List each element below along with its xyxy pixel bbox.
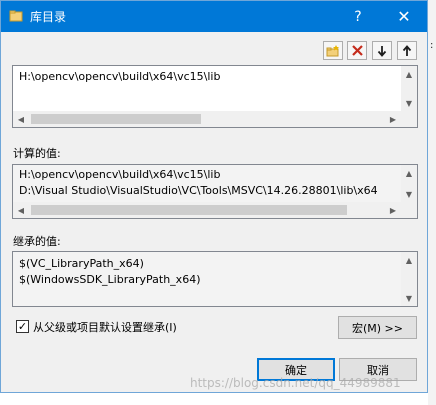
help-button[interactable]: ? (335, 1, 381, 32)
scroll-up-arrow-icon[interactable]: ▲ (401, 66, 417, 82)
watermark: https://blog.csdn.net/qq_44989881 (190, 376, 401, 390)
folder-icon (9, 10, 23, 22)
title-bar: 库目录 ? ✕ (1, 1, 427, 32)
vertical-scrollbar[interactable]: ▲ ▼ (401, 252, 417, 306)
scroll-thumb[interactable] (31, 205, 347, 215)
scroll-left-arrow-icon[interactable]: ◀ (13, 111, 29, 127)
scroll-down-arrow-icon[interactable]: ▼ (401, 186, 417, 202)
move-down-button[interactable] (372, 41, 392, 60)
new-line-icon (326, 44, 339, 56)
scroll-down-arrow-icon[interactable]: ▼ (401, 290, 417, 306)
scroll-up-arrow-icon[interactable]: ▲ (401, 165, 417, 181)
scroll-left-arrow-icon[interactable]: ◀ (13, 202, 29, 218)
computed-line: D:\Visual Studio\VisualStudio\VC\Tools\M… (19, 184, 378, 197)
directory-line[interactable]: H:\opencv\opencv\build\x64\vc15\lib (19, 70, 220, 83)
vertical-scrollbar[interactable]: ▲ ▼ (401, 165, 417, 202)
scroll-corner (401, 111, 417, 127)
scroll-up-arrow-icon[interactable]: ▲ (401, 252, 417, 268)
new-line-button[interactable] (323, 41, 343, 60)
inherited-values-list: $(VC_LibraryPath_x64) $(WindowsSDK_Libra… (12, 251, 418, 307)
horizontal-scrollbar[interactable]: ◀ ▶ (13, 111, 401, 127)
computed-line: H:\opencv\opencv\build\x64\vc15\lib (19, 168, 221, 181)
scroll-right-arrow-icon[interactable]: ▶ (385, 202, 401, 218)
scroll-corner (401, 202, 417, 218)
window-title: 库目录 (30, 10, 67, 24)
macro-button[interactable]: 宏(M) >> (338, 316, 417, 339)
inherit-checkbox[interactable]: ✓ (16, 320, 29, 333)
scroll-right-arrow-icon[interactable]: ▶ (385, 111, 401, 127)
scroll-thumb[interactable] (31, 114, 201, 124)
move-up-button[interactable] (397, 41, 417, 60)
directory-edit-list[interactable]: H:\opencv\opencv\build\x64\vc15\lib ▲ ▼ … (12, 65, 418, 128)
move-up-icon (402, 44, 412, 56)
inherited-values-label: 继承的值: (13, 235, 61, 248)
delete-icon (351, 45, 363, 56)
scroll-down-arrow-icon[interactable]: ▼ (401, 95, 417, 111)
horizontal-scrollbar[interactable]: ◀ ▶ (13, 202, 401, 218)
computed-values-label: 计算的值: (13, 147, 61, 160)
library-directories-dialog: 库目录 ? ✕ H:\opencv\opencv\build\x64\vc15\… (0, 0, 428, 393)
inherited-line: $(VC_LibraryPath_x64) (19, 257, 144, 270)
close-button[interactable]: ✕ (381, 1, 427, 32)
inherit-checkbox-label[interactable]: 从父级或项目默认设置继承(I) (33, 319, 177, 335)
vertical-scrollbar[interactable]: ▲ ▼ (401, 66, 417, 111)
inherited-line: $(WindowsSDK_LibraryPath_x64) (19, 273, 201, 286)
move-down-icon (377, 45, 387, 57)
background-window-edge: : (428, 0, 436, 405)
delete-line-button[interactable] (347, 41, 367, 60)
computed-values-list: H:\opencv\opencv\build\x64\vc15\lib D:\V… (12, 164, 418, 219)
